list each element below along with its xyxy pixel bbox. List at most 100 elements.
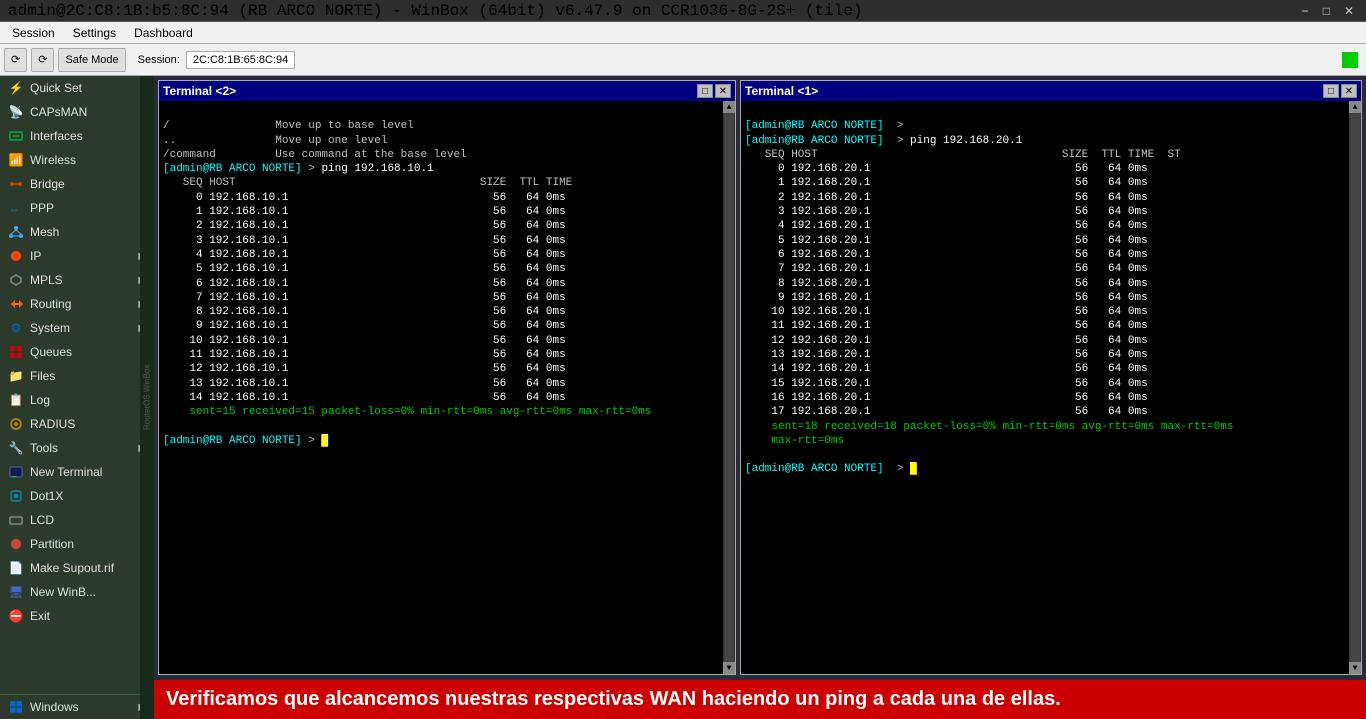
terminal2-scroll-track (724, 113, 734, 662)
sidebar-item-ip[interactable]: IP ▶ (0, 244, 154, 268)
sidebar-label-routing: Routing (30, 297, 71, 311)
menu-session[interactable]: Session (4, 24, 63, 42)
mesh-icon (8, 224, 24, 240)
sidebar-item-tools[interactable]: 🔧 Tools ▶ (0, 436, 154, 460)
log-icon: 📋 (8, 392, 24, 408)
sidebar-label-tools: Tools (30, 441, 58, 455)
minimize-button[interactable]: − (1298, 4, 1313, 18)
sidebar-item-radius[interactable]: RADIUS (0, 412, 154, 436)
terminal2-titlebar: Terminal <2> □ ✕ (159, 81, 735, 101)
sidebar-label-interfaces: Interfaces (30, 129, 83, 143)
windows-icon (8, 699, 24, 715)
sidebar-label-exit: Exit (30, 609, 50, 623)
terminal1-title: Terminal <1> (745, 84, 818, 98)
sidebar-item-log[interactable]: 📋 Log (0, 388, 154, 412)
sidebar-item-ppp[interactable]: ↔ PPP (0, 196, 154, 220)
ip-icon (8, 248, 24, 264)
tools-icon: 🔧 (8, 440, 24, 456)
sidebar-label-lcd: LCD (30, 513, 54, 527)
sidebar-label-log: Log (30, 393, 50, 407)
terminal1-scroll-up[interactable]: ▲ (1349, 101, 1361, 113)
terminal2-body: / Move up to base level .. Move up one l… (159, 101, 735, 674)
terminal2-close[interactable]: ✕ (715, 84, 731, 98)
winbox-vertical-label: RouterOS WinBox (140, 76, 154, 719)
sidebar-item-windows[interactable]: Windows ▶ (0, 694, 154, 719)
sidebar-item-wireless[interactable]: 📶 Wireless (0, 148, 154, 172)
sidebar-item-new-terminal[interactable]: _ New Terminal (0, 460, 154, 484)
sidebar-item-mesh[interactable]: Mesh (0, 220, 154, 244)
sidebar-item-new-winbox[interactable]: 🖥 New WinB... (0, 580, 154, 604)
titlebar: admin@2C:C8:1B:b5:8C:94 (RB ARCO NORTE) … (0, 0, 1366, 22)
terminal1-restore[interactable]: □ (1323, 84, 1339, 98)
terminal1-close[interactable]: ✕ (1341, 84, 1357, 98)
sidebar-label-new-terminal: New Terminal (30, 465, 102, 479)
sidebar-label-files: Files (30, 369, 55, 383)
sidebar-item-queues[interactable]: Queues (0, 340, 154, 364)
sidebar-label-bridge: Bridge (30, 177, 65, 191)
sidebar-item-files[interactable]: 📁 Files (0, 364, 154, 388)
menu-dashboard[interactable]: Dashboard (126, 24, 201, 42)
sidebar: ⚡ Quick Set 📡 CAPsMAN Interfaces 📶 Wirel… (0, 76, 154, 719)
refresh2-button[interactable]: ⟳ (31, 48, 54, 72)
sidebar-item-exit[interactable]: ⛔ Exit (0, 604, 154, 628)
sidebar-item-lcd[interactable]: LCD (0, 508, 154, 532)
lcd-icon (8, 512, 24, 528)
sidebar-label-capsman: CAPsMAN (30, 105, 87, 119)
sidebar-item-interfaces[interactable]: Interfaces (0, 124, 154, 148)
sidebar-label-mesh: Mesh (30, 225, 59, 239)
radius-icon (8, 416, 24, 432)
mpls-icon (8, 272, 24, 288)
sidebar-item-dot1x[interactable]: Dot1X (0, 484, 154, 508)
sidebar-item-mpls[interactable]: MPLS ▶ (0, 268, 154, 292)
terminal1-controls: □ ✕ (1323, 84, 1357, 98)
sidebar-label-partition: Partition (30, 537, 74, 551)
new-terminal-icon: _ (8, 464, 24, 480)
new-winbox-icon: 🖥 (8, 584, 24, 600)
terminal2-title: Terminal <2> (163, 84, 236, 98)
terminal1-content[interactable]: [admin@RB ARCO NORTE] > [admin@RB ARCO N… (741, 101, 1349, 674)
make-supout-icon: 📄 (8, 560, 24, 576)
sidebar-label-dot1x: Dot1X (30, 489, 63, 503)
main-area: ⚡ Quick Set 📡 CAPsMAN Interfaces 📶 Wirel… (0, 76, 1366, 719)
sidebar-item-capsman[interactable]: 📡 CAPsMAN (0, 100, 154, 124)
terminal2-restore[interactable]: □ (697, 84, 713, 98)
toolbar: ⟳ ⟳ Safe Mode Session: 2C:C8:1B:65:8C:94 (0, 44, 1366, 76)
sidebar-item-routing[interactable]: Routing ▶ (0, 292, 154, 316)
sidebar-label-windows: Windows (30, 700, 79, 714)
menu-settings[interactable]: Settings (65, 24, 124, 42)
capsman-icon: 📡 (8, 104, 24, 120)
terminal1-text: [admin@RB ARCO NORTE] > [admin@RB ARCO N… (745, 105, 1345, 491)
terminal1-scroll-down[interactable]: ▼ (1349, 662, 1361, 674)
sidebar-item-system[interactable]: ⚙ System ▶ (0, 316, 154, 340)
exit-icon: ⛔ (8, 608, 24, 624)
sidebar-label-wireless: Wireless (30, 153, 76, 167)
sidebar-item-partition[interactable]: Partition (0, 532, 154, 556)
quick-set-icon: ⚡ (8, 80, 24, 96)
terminal-window-2: Terminal <2> □ ✕ / Move up to base level… (158, 80, 736, 675)
terminal2-content[interactable]: / Move up to base level .. Move up one l… (159, 101, 723, 674)
sidebar-label-queues: Queues (30, 345, 72, 359)
session-value: 2C:C8:1B:65:8C:94 (186, 51, 295, 69)
sidebar-item-make-supout[interactable]: 📄 Make Supout.rif (0, 556, 154, 580)
terminal2-scroll-up[interactable]: ▲ (723, 101, 735, 113)
bridge-icon (8, 176, 24, 192)
sidebar-label-make-supout: Make Supout.rif (30, 561, 114, 575)
close-button[interactable]: ✕ (1340, 4, 1358, 18)
refresh-button[interactable]: ⟳ (4, 48, 27, 72)
maximize-button[interactable]: □ (1319, 4, 1334, 18)
terminal2-scrollbar: ▲ ▼ (723, 101, 735, 674)
sidebar-label-mpls: MPLS (30, 273, 63, 287)
terminal1-body: [admin@RB ARCO NORTE] > [admin@RB ARCO N… (741, 101, 1361, 674)
subtitle-bar: Verificamos que alcancemos nuestras resp… (154, 680, 1366, 719)
sidebar-item-bridge[interactable]: Bridge (0, 172, 154, 196)
sidebar-label-ip: IP (30, 249, 41, 263)
queues-icon (8, 344, 24, 360)
wireless-icon: 📶 (8, 152, 24, 168)
terminal1-scrollbar: ▲ ▼ (1349, 101, 1361, 674)
sidebar-item-quick-set[interactable]: ⚡ Quick Set (0, 76, 154, 100)
terminal2-scroll-down[interactable]: ▼ (723, 662, 735, 674)
interfaces-icon (8, 128, 24, 144)
terminal2-controls: □ ✕ (697, 84, 731, 98)
terminal1-scroll-track (1350, 113, 1360, 662)
safe-mode-button[interactable]: Safe Mode (58, 48, 125, 72)
